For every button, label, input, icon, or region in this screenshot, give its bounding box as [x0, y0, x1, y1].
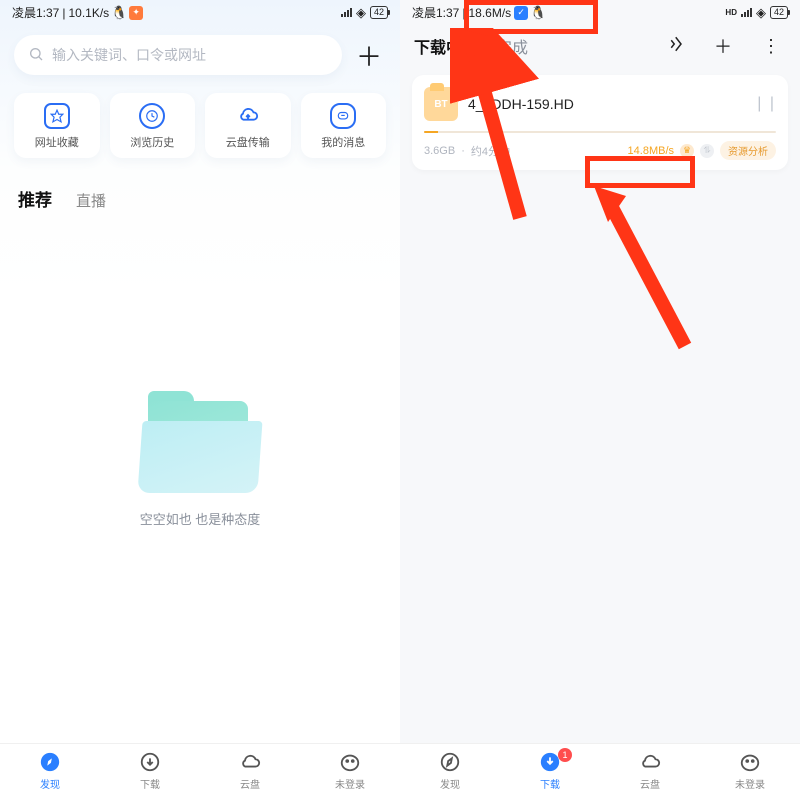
- download-icon: [138, 750, 162, 774]
- tab-recommend[interactable]: 推荐: [18, 186, 52, 211]
- qq-icon: 🐧: [112, 6, 126, 20]
- discover-icon: [38, 750, 62, 774]
- battery-icon: 42: [370, 6, 388, 19]
- status-time: 凌晨1:37: [12, 4, 59, 21]
- app-icon: ✓: [514, 6, 528, 20]
- signal-icon: [341, 8, 352, 17]
- quick-cloud[interactable]: 云盘传输: [205, 93, 291, 158]
- search-placeholder: 输入关键词、口令或网址: [52, 45, 206, 65]
- search-icon: [28, 46, 44, 65]
- battery-icon: 42: [770, 6, 788, 19]
- download-task[interactable]: BT 4_3DDH-159.HD | | 3.6GB · 约4分钟 14.8MB…: [412, 75, 788, 170]
- add-button[interactable]: ＋: [708, 33, 738, 59]
- right-phone: 凌晨1:37 | 18.6M/s ✓ 🐧 HD ◈ 42 下载中1 已完成 ＋ …: [400, 0, 800, 799]
- status-bar: 凌晨1:37 | 10.1K/s 🐧 ✦ ◈ 42: [0, 0, 400, 23]
- task-size: 3.6GB: [424, 145, 455, 157]
- tab-done[interactable]: 已完成: [480, 34, 528, 58]
- download-header: 下载中1 已完成 ＋ ⋮: [400, 23, 800, 69]
- link-badge-icon: ⥮: [700, 144, 714, 158]
- more-icon[interactable]: ⋮: [756, 36, 786, 57]
- message-icon: [330, 103, 356, 129]
- tab-profile[interactable]: 未登录: [700, 750, 800, 791]
- cloud-transfer-icon: [235, 103, 261, 129]
- task-filename: 4_3DDH-159.HD: [468, 96, 747, 112]
- tab-downloading[interactable]: 下载中1: [414, 34, 462, 58]
- bottom-tabbar: 发现 1 下载 云盘 未登录: [400, 743, 800, 799]
- empty-state: 空空如也 也是种态度: [0, 219, 400, 799]
- speed-badge-icon: ♛: [680, 144, 694, 158]
- pause-button[interactable]: | |: [757, 95, 776, 113]
- status-time: 凌晨1:37: [412, 4, 459, 21]
- tab-discover[interactable]: 发现: [400, 750, 500, 791]
- task-speed: 14.8MB/s: [628, 145, 674, 157]
- tab-live[interactable]: 直播: [76, 190, 106, 211]
- quick-history[interactable]: 浏览历史: [110, 93, 196, 158]
- star-icon: [44, 103, 70, 129]
- signal-icon: [741, 8, 752, 17]
- discover-icon: [438, 750, 462, 774]
- tab-cloud[interactable]: 云盘: [600, 750, 700, 791]
- wifi-icon: ◈: [356, 5, 366, 21]
- tab-discover[interactable]: 发现: [0, 750, 100, 791]
- hd-icon: HD: [725, 8, 737, 17]
- cloud-icon: [638, 750, 662, 774]
- status-net-speed: 18.6M/s: [468, 6, 511, 20]
- badge-count: 1: [558, 748, 572, 762]
- tab-profile[interactable]: 未登录: [300, 750, 400, 791]
- task-eta: 约4分钟: [471, 143, 510, 159]
- quick-bookmarks[interactable]: 网址收藏: [14, 93, 100, 158]
- notify-icon[interactable]: [660, 35, 690, 58]
- bt-file-icon: BT: [424, 87, 458, 121]
- search-input[interactable]: 输入关键词、口令或网址: [14, 35, 342, 75]
- status-bar: 凌晨1:37 | 18.6M/s ✓ 🐧 HD ◈ 42: [400, 0, 800, 23]
- app-icon: ✦: [129, 6, 143, 20]
- bottom-tabbar: 发现 下载 云盘 未登录: [0, 743, 400, 799]
- tab-cloud[interactable]: 云盘: [200, 750, 300, 791]
- quick-messages[interactable]: 我的消息: [301, 93, 387, 158]
- progress-bar: [424, 131, 776, 133]
- empty-folder-icon: [140, 391, 260, 491]
- add-button[interactable]: ＋: [352, 37, 386, 74]
- qq-icon: 🐧: [531, 6, 545, 20]
- tab-download[interactable]: 下载: [100, 750, 200, 791]
- cloud-icon: [238, 750, 262, 774]
- clock-icon: [139, 103, 165, 129]
- profile-icon: [338, 750, 362, 774]
- tab-download[interactable]: 1 下载: [500, 750, 600, 791]
- content-tabs: 推荐 直播: [0, 172, 400, 219]
- profile-icon: [738, 750, 762, 774]
- left-phone: 凌晨1:37 | 10.1K/s 🐧 ✦ ◈ 42 输入关键词、口令或网址 ＋ …: [0, 0, 400, 799]
- wifi-icon: ◈: [756, 5, 766, 21]
- resource-analyze-button[interactable]: 资源分析: [720, 141, 776, 160]
- empty-text: 空空如也 也是种态度: [140, 509, 261, 528]
- status-net-speed: 10.1K/s: [68, 6, 109, 20]
